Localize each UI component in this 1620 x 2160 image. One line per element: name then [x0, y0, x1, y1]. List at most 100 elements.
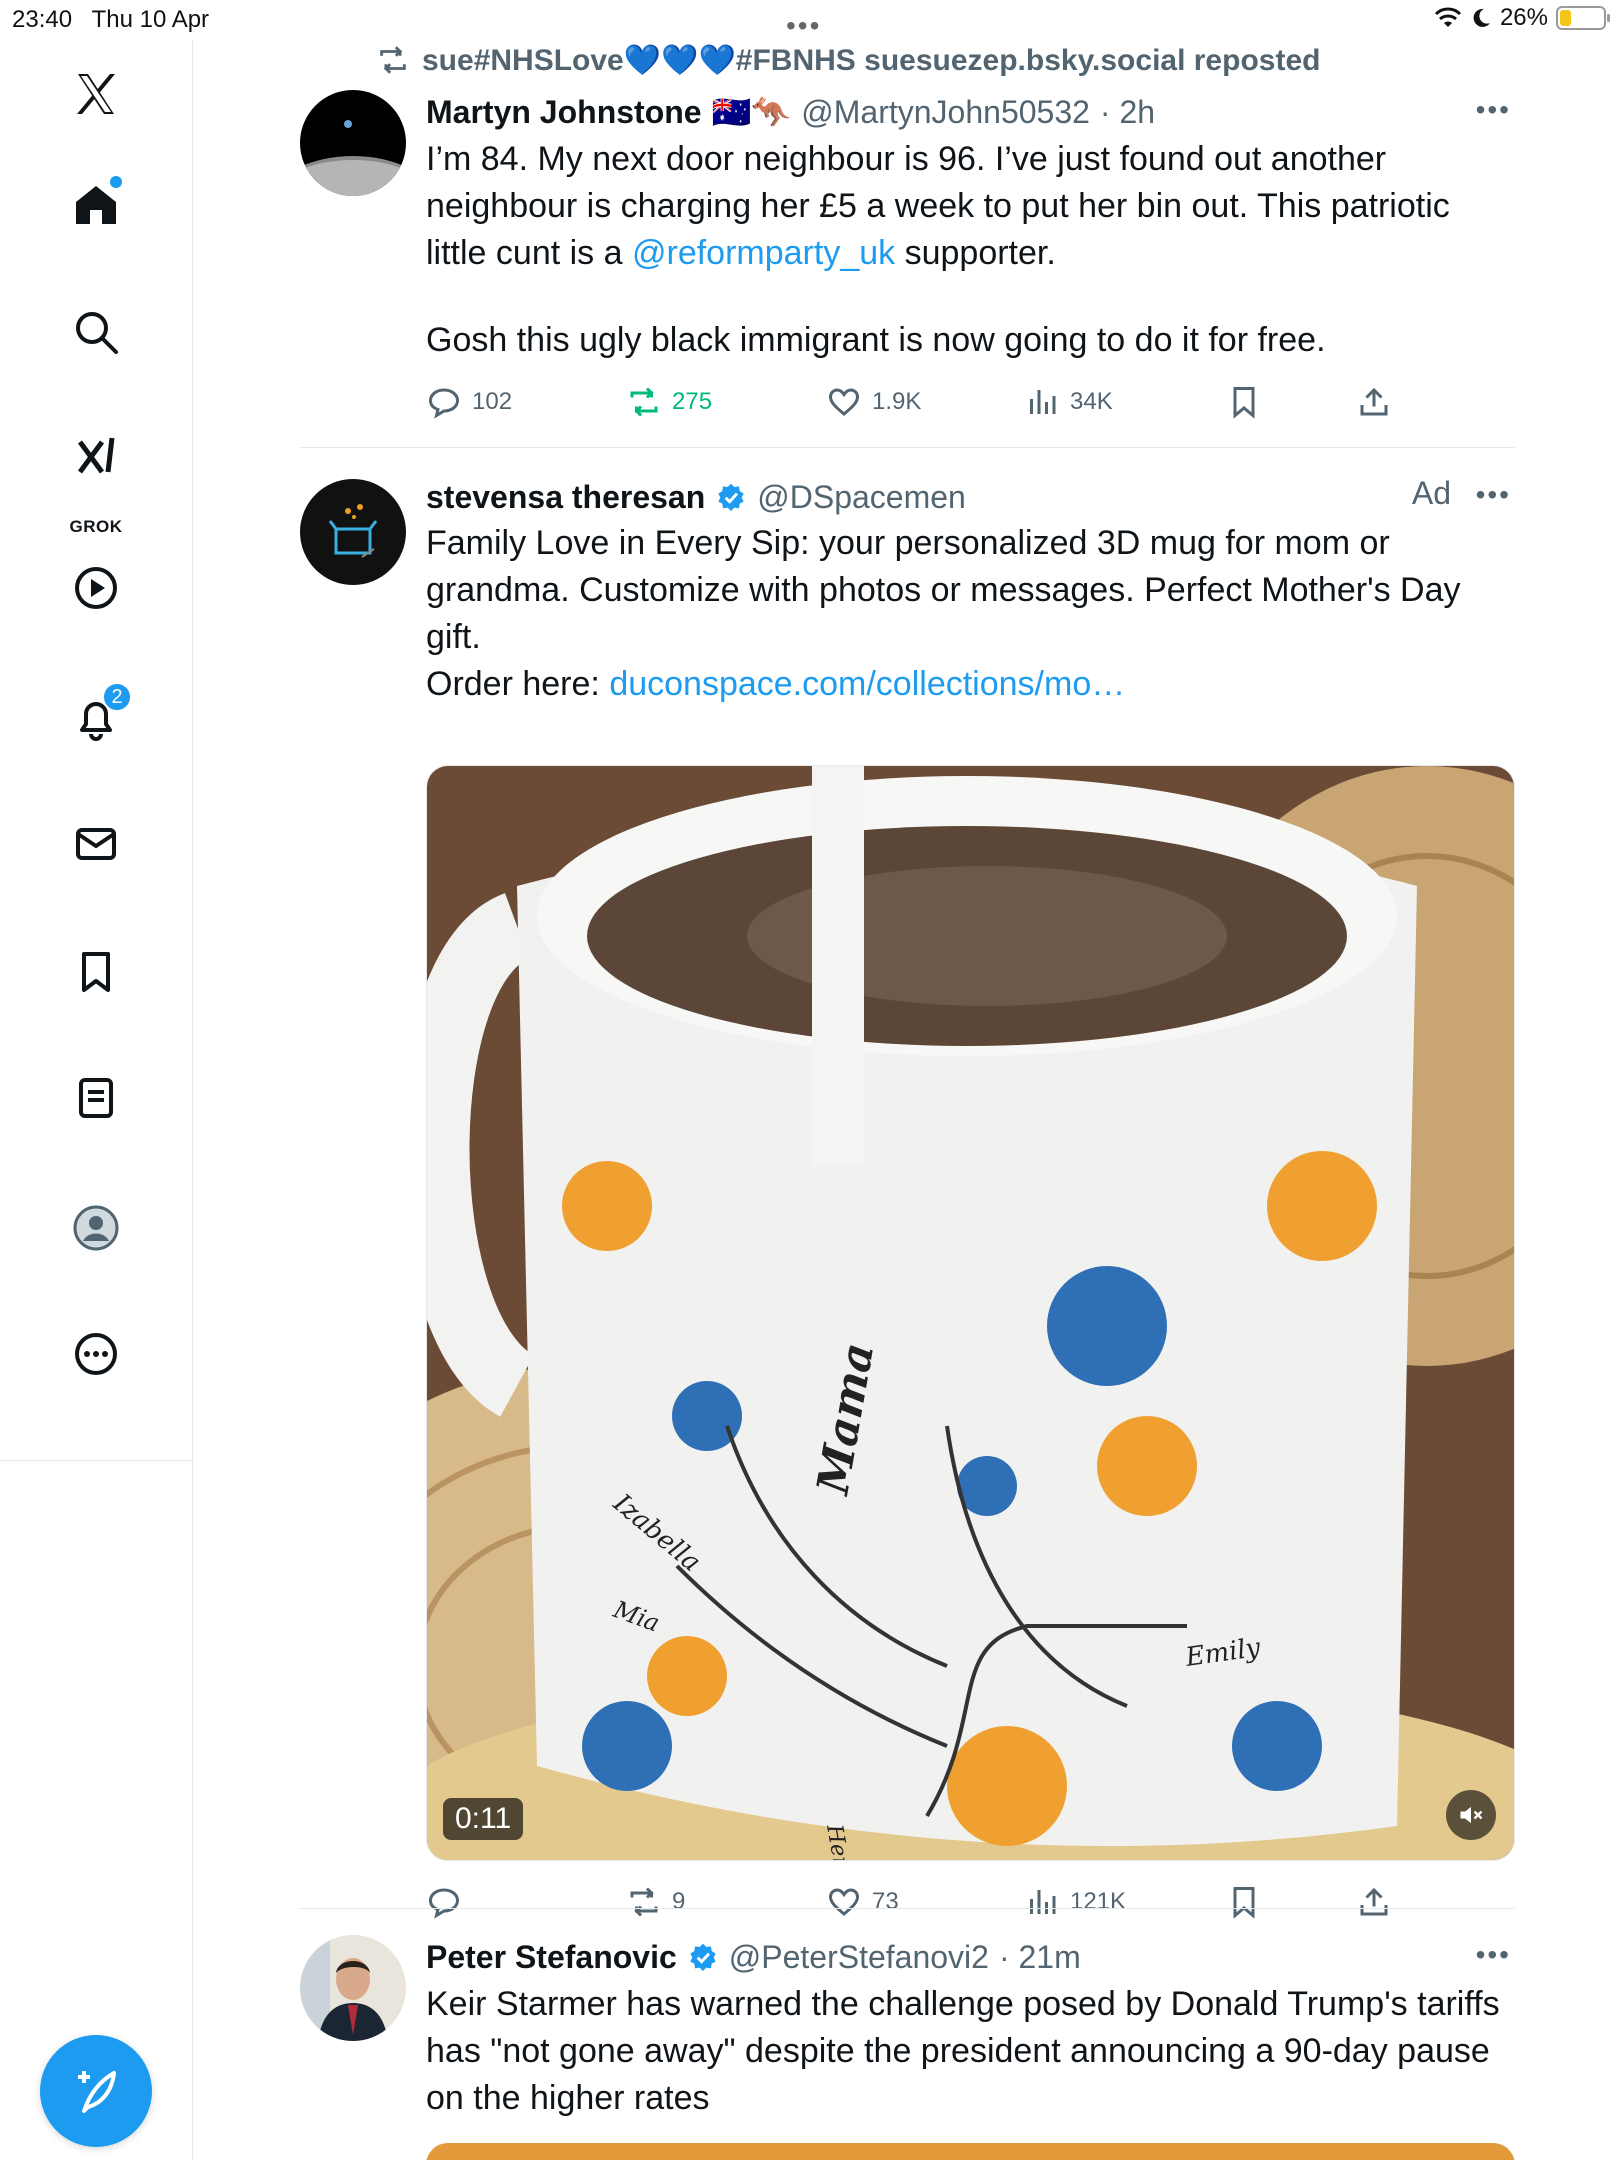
multitask-dots-icon[interactable]: ••• [786, 10, 821, 42]
grok-icon[interactable] [66, 426, 126, 486]
author-name[interactable]: stevensa theresan [426, 479, 705, 516]
post-divider [300, 1908, 1515, 1909]
share-icon [1360, 387, 1388, 416]
author-handle[interactable]: @PeterStefanovi2 [729, 1939, 989, 1976]
views-button[interactable]: 121K [1024, 1880, 1126, 1924]
reply-button[interactable]: 102 [426, 380, 512, 424]
reply-icon [428, 388, 460, 419]
bookmark-button[interactable] [1226, 380, 1262, 424]
repost-icon [630, 387, 658, 417]
like-button[interactable]: 1.9K [826, 380, 921, 424]
repost-icon [380, 46, 406, 74]
post-text: Family Love in Every Sip: your personali… [426, 520, 1515, 708]
profile-icon[interactable] [66, 1198, 126, 1258]
post-text: Keir Starmer has warned the challenge po… [426, 1985, 1500, 2117]
post-actions: 102 275 1.9K 34K [426, 380, 1515, 424]
like-icon [828, 1888, 860, 1916]
avatar[interactable] [300, 90, 406, 196]
status-time-date: 23:40 Thu 10 Apr [12, 6, 209, 34]
post-text-second-paragraph: Gosh this ugly black immigrant is now go… [426, 321, 1326, 359]
views-icon [1030, 1890, 1056, 1914]
bookmark-button[interactable] [1226, 1880, 1262, 1924]
x-logo-icon[interactable] [66, 64, 126, 124]
verified-icon [718, 483, 744, 511]
home-icon[interactable] [66, 174, 126, 234]
avatar[interactable] [300, 479, 406, 585]
post-time: · 21m [998, 1938, 1081, 1975]
ad-label: Ad [1411, 475, 1451, 511]
status-indicators: 26% [1434, 4, 1610, 32]
like-icon [828, 388, 860, 416]
more-icon[interactable] [66, 1324, 126, 1384]
compose-icon [78, 2071, 116, 2113]
post-header: Martyn Johnstone 🇦🇺🦘 @MartynJohn50532 · … [426, 90, 1155, 134]
views-icon [1030, 390, 1056, 414]
order-label: Order here: [426, 665, 610, 703]
grok-label: GROK [69, 517, 123, 536]
video-icon[interactable] [66, 558, 126, 618]
post-header: Peter Stefanovic @PeterStefanovi2 · 21m [426, 1935, 1081, 1979]
wifi-icon [1434, 7, 1462, 27]
repost-count: 275 [672, 388, 713, 415]
like-count: 1.9K [872, 388, 922, 415]
moon-icon [1473, 8, 1490, 27]
post-more-icon[interactable]: ••• [1476, 1939, 1511, 1971]
post-peter-stefanovic[interactable]: Peter Stefanovic @PeterStefanovi2 · 21m … [300, 1935, 1515, 2160]
share-button[interactable] [1356, 1880, 1392, 1924]
mute-button[interactable] [1446, 1790, 1496, 1840]
author-flags: 🇦🇺🦘 [711, 94, 792, 130]
bookmark-icon[interactable] [66, 942, 126, 1002]
compose-button[interactable] [40, 2035, 152, 2147]
video-timestamp: 0:11 [443, 1798, 524, 1840]
post-more-icon[interactable]: ••• [1476, 94, 1511, 126]
mention-link[interactable]: @reformparty_uk [632, 234, 895, 272]
share-icon [1360, 1887, 1388, 1916]
views-button[interactable]: 34K [1024, 380, 1113, 424]
status-date: Thu 10 Apr [91, 6, 210, 33]
mute-icon [1460, 1806, 1483, 1824]
share-button[interactable] [1356, 380, 1392, 424]
notification-badge: 2 [102, 682, 132, 712]
like-button[interactable]: 73 [826, 1880, 899, 1924]
ad-video[interactable]: Mama Izabella Mia Emily Henry 0:11 [426, 765, 1515, 1861]
author-handle[interactable]: @DSpacemen [757, 479, 966, 516]
like-count: 73 [872, 1888, 899, 1915]
battery-icon [1556, 6, 1610, 30]
bell-icon[interactable]: 2 [66, 682, 132, 748]
bookmark-icon [1233, 1887, 1255, 1919]
repost-button[interactable]: 275 [626, 380, 712, 424]
verified-icon [690, 1943, 716, 1971]
post-actions: 9 73 121K [426, 1880, 1515, 1924]
post-text: I’m 84. My next door neighbour is 96. I’… [426, 136, 1515, 277]
reply-icon [428, 1888, 460, 1919]
status-time: 23:40 [12, 6, 73, 33]
ad-link[interactable]: duconspace.com/collections/mo… [609, 665, 1125, 703]
mail-icon[interactable] [66, 814, 126, 874]
views-count: 34K [1070, 388, 1113, 415]
list-icon[interactable] [66, 1068, 126, 1128]
views-count: 121K [1070, 1888, 1127, 1915]
ad-text: Family Love in Every Sip: your personali… [426, 524, 1461, 656]
repost-icon [630, 1887, 658, 1917]
repost-by-text: sue#NHSLove💙💙💙#FBNHS suesuezep.bsky.soci… [422, 43, 1321, 77]
search-icon[interactable] [66, 302, 126, 362]
repost-context[interactable]: sue#NHSLove💙💙💙#FBNHS suesuezep.bsky.soci… [376, 40, 1320, 80]
home-unread-dot [110, 176, 122, 188]
author-name[interactable]: Peter Stefanovic [426, 1939, 677, 1976]
sidebar-divider [0, 1460, 193, 1461]
post-divider [300, 447, 1515, 448]
author-handle[interactable]: @MartynJohn50532 [801, 94, 1090, 131]
author-name[interactable]: Martyn Johnstone [426, 94, 702, 131]
status-bar: 23:40 Thu 10 Apr ••• 26% [0, 0, 1620, 42]
post-media-preview[interactable] [426, 2143, 1515, 2160]
post-martyn-johnstone[interactable]: Martyn Johnstone 🇦🇺🦘 @MartynJohn50532 · … [300, 90, 1515, 470]
repost-button[interactable]: 9 [626, 1880, 685, 1924]
post-text-part: supporter. [895, 234, 1056, 272]
avatar[interactable] [300, 1935, 406, 2041]
post-more-icon[interactable]: ••• [1476, 479, 1511, 511]
repost-count: 9 [672, 1888, 686, 1915]
bookmark-icon [1233, 387, 1255, 419]
post-stevensa-theresan-ad[interactable]: stevensa theresan @DSpacemen Ad ••• Fami… [300, 475, 1515, 1919]
mug-video-frame: Mama Izabella Mia Emily Henry [427, 766, 1514, 1860]
reply-button[interactable] [426, 1880, 472, 1924]
